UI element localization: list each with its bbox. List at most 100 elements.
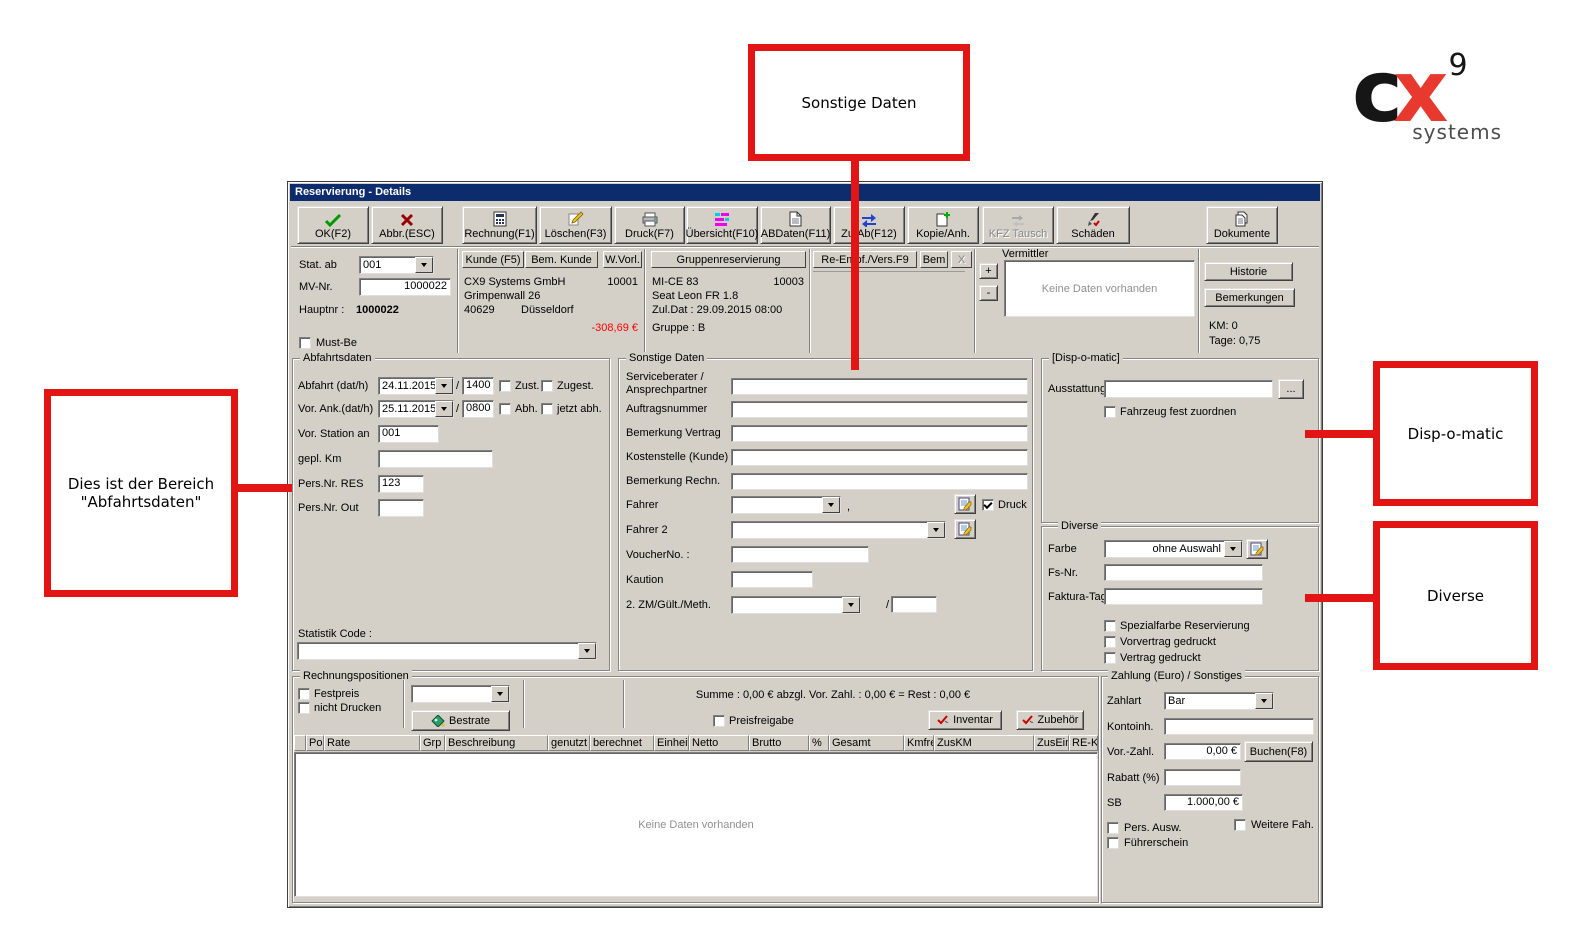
driver-edit-button[interactable]	[954, 494, 976, 514]
column-header-zuseinl[interactable]: ZusEinl	[1034, 735, 1069, 751]
zm-select[interactable]	[731, 596, 861, 614]
planned-km-field[interactable]	[378, 450, 493, 468]
ok-button[interactable]: OK(F2)	[297, 206, 369, 244]
inventory-button[interactable]: Inventar	[928, 710, 1002, 730]
contract-remark-field[interactable]	[731, 425, 1028, 442]
color-select[interactable]: ohne Auswahl	[1104, 540, 1243, 558]
column-header-percent[interactable]: %	[809, 735, 829, 751]
vermittler-remove-button[interactable]: -	[979, 285, 998, 301]
order-number-field[interactable]	[731, 401, 1028, 418]
column-header-pos[interactable]: Pos	[306, 735, 324, 751]
chevron-down-icon[interactable]	[415, 257, 433, 273]
delete-button[interactable]: Löschen(F3)	[539, 206, 612, 244]
price-release-checkbox[interactable]	[713, 715, 725, 727]
overview-button[interactable]: Übersicht(F10)	[686, 206, 758, 244]
column-header-grp[interactable]: Grp	[420, 735, 445, 751]
service-advisor-field[interactable]	[731, 378, 1028, 395]
column-header-brutto[interactable]: Brutto	[749, 735, 809, 751]
fixed-vehicle-checkbox[interactable]	[1104, 406, 1116, 418]
chevron-down-icon[interactable]	[435, 378, 453, 394]
contract-printed-checkbox[interactable]	[1104, 652, 1116, 664]
kunde-button[interactable]: Kunde (F5)	[462, 251, 524, 268]
abdata-button[interactable]: ABDaten(F11)	[760, 206, 831, 244]
departure-time-field[interactable]: 1400	[462, 377, 494, 395]
chevron-down-icon[interactable]	[1224, 541, 1242, 557]
chevron-down-icon[interactable]	[842, 597, 860, 613]
fixed-price-checkbox[interactable]	[298, 688, 310, 700]
print-button[interactable]: Druck(F7)	[614, 206, 685, 244]
column-header-rek[interactable]: RE-K	[1069, 735, 1098, 751]
pers-nr-res-field[interactable]: 123	[378, 475, 424, 493]
statistics-code-select[interactable]	[297, 642, 597, 660]
column-header-netto[interactable]: Netto	[689, 735, 749, 751]
copy-attach-button[interactable]: Kopie/Anh.	[907, 206, 979, 244]
payment-type-select[interactable]: Bar	[1164, 692, 1274, 710]
invoice-remark-field[interactable]	[731, 473, 1028, 490]
faktura-tag-field[interactable]	[1104, 588, 1263, 605]
voucher-field[interactable]	[731, 546, 869, 563]
pre-station-field[interactable]: 001	[378, 425, 439, 443]
accessories-button[interactable]: Zubehör	[1016, 710, 1084, 730]
driver2-select[interactable]	[731, 521, 946, 539]
wvorl-button[interactable]: W.Vorl.	[603, 251, 642, 268]
deposit-field[interactable]	[731, 571, 813, 588]
fuehrerschein-checkbox[interactable]	[1107, 837, 1119, 849]
documents-button[interactable]: Dokumente	[1206, 206, 1278, 244]
bestrate-button[interactable]: Bestrate	[411, 710, 510, 731]
pre-arrival-date-select[interactable]: 25.11.2015	[378, 400, 454, 418]
column-header-beschreibung[interactable]: Beschreibung	[445, 735, 548, 751]
color-edit-button[interactable]	[1246, 539, 1268, 559]
weitere-fah-checkbox[interactable]	[1234, 819, 1246, 831]
column-header-kmfrei[interactable]: Kmfrei	[904, 735, 934, 751]
abh-checkbox[interactable]	[499, 403, 511, 415]
departure-date-select[interactable]: 24.11.2015	[378, 377, 454, 395]
mv-nr-field[interactable]: 1000022	[359, 278, 451, 296]
pers-nr-out-field[interactable]	[378, 499, 424, 517]
special-color-checkbox[interactable]	[1104, 620, 1116, 632]
must-be-checkbox[interactable]	[299, 337, 311, 349]
bem-button[interactable]: Bem	[920, 251, 948, 268]
column-header-zuskm[interactable]: ZusKM	[934, 735, 1034, 751]
damages-button[interactable]: Schäden	[1056, 206, 1130, 244]
fs-nr-field[interactable]	[1104, 564, 1263, 581]
invoice-recipient-button[interactable]: Re-Empf./Vers.F9	[813, 251, 917, 268]
zugest-checkbox[interactable]	[541, 380, 553, 392]
prepayment-field[interactable]: 0,00 €	[1164, 743, 1241, 760]
column-header-gesamt[interactable]: Gesamt	[829, 735, 904, 751]
jetzt-abh-checkbox[interactable]	[541, 403, 553, 415]
column-header-berechnet[interactable]: berechnet	[590, 735, 654, 751]
history-button[interactable]: Historie	[1204, 262, 1293, 281]
cancel-button[interactable]: Abbr.(ESC)	[371, 206, 443, 244]
group-reservation-button[interactable]: Gruppenreservierung	[651, 251, 806, 268]
zm-field2[interactable]	[891, 596, 937, 613]
chevron-down-icon[interactable]	[1255, 693, 1273, 709]
chevron-down-icon[interactable]	[491, 686, 509, 702]
chevron-down-icon[interactable]	[927, 522, 945, 538]
column-header-genutzt[interactable]: genutzt	[548, 735, 590, 751]
cost-center-field[interactable]	[731, 449, 1028, 466]
equipment-browse-button[interactable]: ...	[1278, 379, 1304, 399]
vermittler-add-button[interactable]: +	[979, 263, 998, 279]
book-button[interactable]: Buchen(F8)	[1244, 741, 1313, 762]
discount-field[interactable]	[1164, 769, 1241, 786]
column-header-einheit[interactable]: Einheit	[654, 735, 689, 751]
driver2-edit-button[interactable]	[954, 519, 976, 539]
equipment-field[interactable]	[1104, 380, 1273, 398]
column-header[interactable]	[294, 735, 306, 751]
rate-select[interactable]	[411, 685, 510, 703]
stat-ab-select[interactable]: 001	[359, 256, 434, 274]
chevron-down-icon[interactable]	[435, 401, 453, 417]
bem-kunde-button[interactable]: Bem. Kunde	[525, 251, 598, 268]
account-holder-field[interactable]	[1164, 718, 1314, 735]
no-print-checkbox[interactable]	[298, 702, 310, 714]
pers-ausw-checkbox[interactable]	[1107, 822, 1119, 834]
column-header-rate[interactable]: Rate	[324, 735, 420, 751]
zust-checkbox[interactable]	[499, 380, 511, 392]
chevron-down-icon[interactable]	[578, 643, 596, 659]
pre-arrival-time-field[interactable]: 0800	[462, 400, 494, 418]
invoice-button[interactable]: Rechnung(F1)	[462, 206, 537, 244]
driver-print-checkbox[interactable]	[982, 499, 994, 511]
chevron-down-icon[interactable]	[822, 497, 840, 513]
driver-select[interactable]	[731, 496, 841, 514]
pre-contract-printed-checkbox[interactable]	[1104, 636, 1116, 648]
